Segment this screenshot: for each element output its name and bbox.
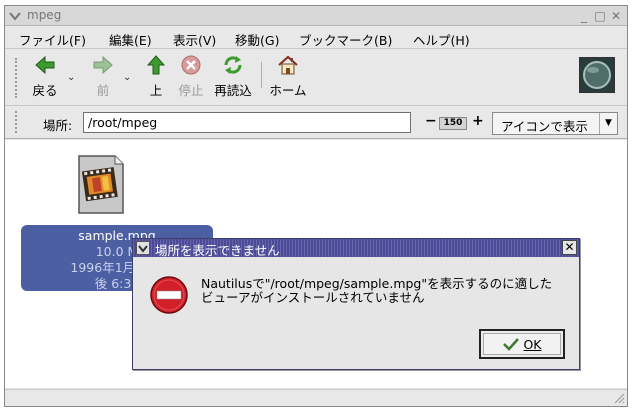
- zoom-out-button[interactable]: −: [425, 113, 437, 129]
- menu-go[interactable]: 移動(G): [235, 30, 279, 49]
- home-button[interactable]: ホーム: [267, 54, 309, 99]
- back-history-chevron-icon[interactable]: ⌄: [67, 72, 75, 83]
- home-label: ホーム: [269, 83, 307, 98]
- close-button[interactable]: ✕: [609, 9, 623, 23]
- back-button[interactable]: 戻る: [27, 54, 63, 99]
- stop-icon: [181, 55, 201, 75]
- dialog-menu-icon[interactable]: [136, 241, 150, 255]
- reload-icon: [224, 56, 242, 74]
- back-arrow-icon: [35, 55, 55, 75]
- resize-grip-icon[interactable]: [613, 392, 625, 404]
- ok-button[interactable]: OK: [479, 329, 565, 359]
- window-title: mpeg: [27, 8, 62, 22]
- dialog-title-bar[interactable]: 場所を表示できません ✕: [133, 239, 579, 258]
- zoom-level[interactable]: 150: [439, 117, 467, 130]
- toolbar-grip[interactable]: [15, 58, 19, 98]
- back-label: 戻る: [32, 83, 58, 98]
- view-mode-value: アイコンで表示: [501, 119, 588, 134]
- up-arrow-icon: [146, 55, 166, 75]
- forward-button[interactable]: 前: [85, 54, 121, 99]
- menu-help[interactable]: ヘルプ(H): [413, 30, 470, 49]
- throbber-icon: [583, 61, 611, 89]
- maximize-button[interactable]: □: [593, 9, 607, 23]
- dialog-message: Nautilusで"/root/mpeg/sample.mpg"を表示するのに適…: [201, 277, 571, 305]
- error-dialog: 場所を表示できません ✕ Nautilusで"/root/mpeg/sample…: [132, 238, 580, 370]
- zoom-in-button[interactable]: +: [472, 113, 484, 129]
- menu-view[interactable]: 表示(V): [173, 30, 216, 49]
- ok-check-icon: [503, 338, 520, 351]
- ok-label: OK: [523, 336, 542, 352]
- stop-label: 停止: [178, 83, 204, 98]
- menu-file[interactable]: ファイル(F): [19, 30, 86, 49]
- forward-label: 前: [96, 83, 110, 98]
- title-bar: mpeg _ □ ✕: [5, 6, 627, 26]
- status-bar: [5, 389, 627, 406]
- location-input[interactable]: [83, 112, 411, 133]
- toolbar-separator: [261, 62, 262, 88]
- location-bar: 場所: − 150 + アイコンで表示 ▼: [5, 107, 627, 139]
- forward-arrow-icon: [93, 55, 113, 75]
- error-icon: [150, 276, 188, 314]
- home-icon: [278, 55, 298, 75]
- reload-button[interactable]: 再読込: [211, 54, 255, 99]
- window-menu-icon[interactable]: [8, 9, 22, 23]
- reload-label: 再読込: [214, 83, 252, 98]
- up-label: 上: [149, 83, 163, 98]
- dialog-message-line1: Nautilusで"/root/mpeg/sample.mpg"を表示するのに適…: [201, 276, 553, 291]
- toolbar: 戻る ⌄ 前 ⌄ 上 停止 再読込 ホーム: [5, 50, 627, 106]
- dialog-title: 場所を表示できません: [155, 243, 280, 258]
- location-label: 場所:: [43, 118, 73, 133]
- activity-throbber: [579, 57, 615, 93]
- dialog-close-button[interactable]: ✕: [562, 240, 577, 255]
- up-button[interactable]: 上: [141, 54, 171, 99]
- menu-edit[interactable]: 編集(E): [109, 30, 152, 49]
- chevron-down-icon: ▼: [599, 113, 617, 134]
- view-mode-select[interactable]: アイコンで表示 ▼: [492, 112, 618, 135]
- dialog-message-line2: ビューアがインストールされていません: [201, 290, 425, 305]
- location-bar-grip[interactable]: [15, 111, 19, 133]
- menu-bookmarks[interactable]: ブックマーク(B): [299, 30, 392, 49]
- minimize-button[interactable]: _: [577, 9, 591, 23]
- menu-bar: ファイル(F) 編集(E) 表示(V) 移動(G) ブックマーク(B) ヘルプ(…: [5, 27, 627, 49]
- forward-history-chevron-icon[interactable]: ⌄: [123, 72, 131, 83]
- video-file-icon[interactable]: [75, 153, 127, 217]
- stop-button[interactable]: 停止: [173, 54, 209, 99]
